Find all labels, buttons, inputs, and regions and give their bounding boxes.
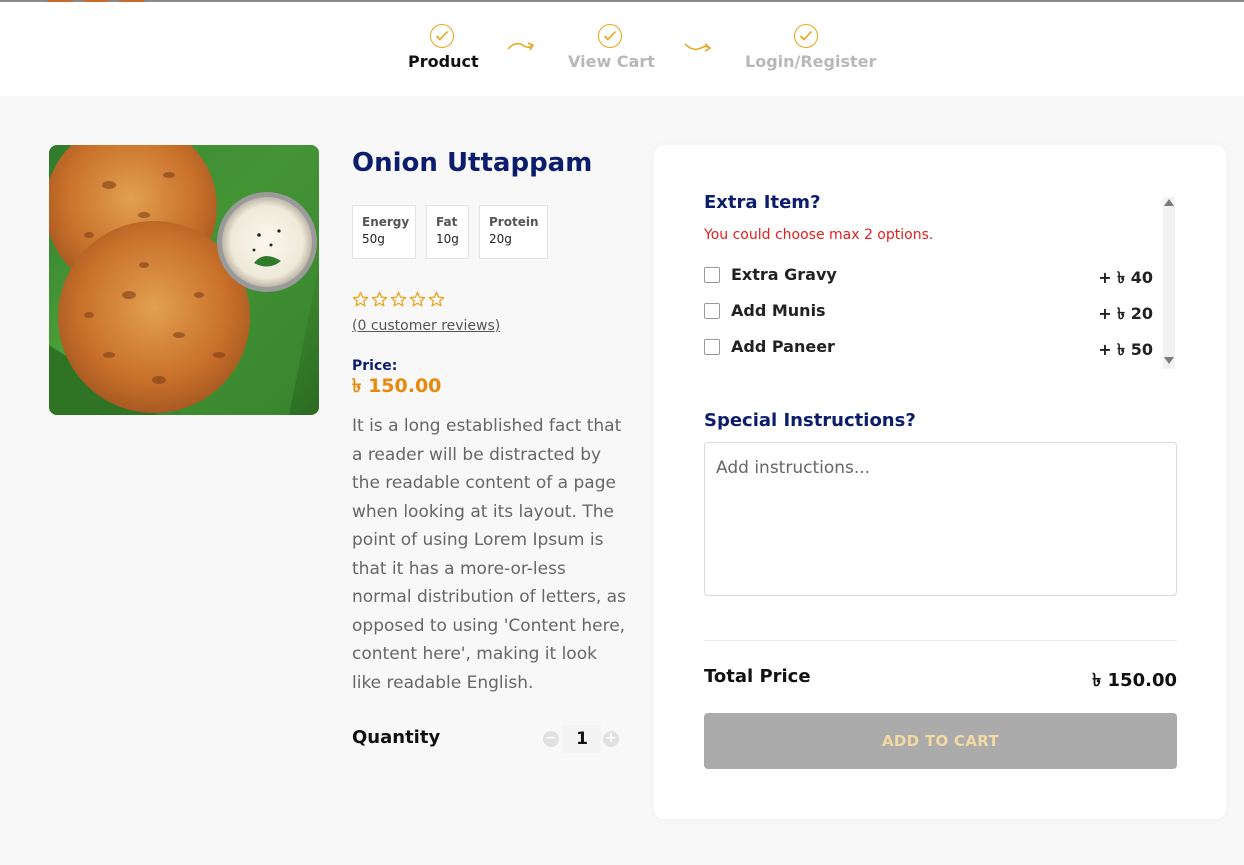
star-outline-icon	[371, 291, 388, 307]
nutrition-name: Protein	[489, 215, 539, 229]
nutrition-energy: Energy 50g	[352, 205, 416, 259]
quantity-increase-button[interactable]: +	[603, 731, 619, 747]
nutrition-name: Fat	[436, 215, 458, 229]
options-scrollbar[interactable]	[1163, 197, 1175, 369]
option-price: + ৳ 20	[1098, 304, 1153, 323]
extra-items-limit-note: You could choose max 2 options.	[704, 227, 934, 243]
divider	[704, 640, 1177, 641]
total-price-label: Total Price	[704, 666, 811, 687]
nutrition-fat: Fat 10g	[426, 205, 469, 259]
option-checkbox[interactable]	[704, 267, 720, 283]
step-product-label: Product	[408, 52, 479, 71]
quantity-label: Quantity	[352, 727, 441, 748]
quantity-value[interactable]: 1	[563, 725, 601, 753]
option-name: Add Paneer	[731, 337, 835, 356]
option-price: + ৳ 40	[1098, 268, 1153, 287]
step-product[interactable]: Product	[408, 24, 479, 71]
extra-option[interactable]: Add Paneer + ৳ 50	[704, 337, 1156, 359]
check-circle-icon	[430, 24, 454, 48]
rating-stars	[352, 291, 445, 308]
product-image	[49, 145, 319, 415]
step-view-cart[interactable]: View Cart	[568, 24, 655, 71]
option-name: Extra Gravy	[731, 265, 837, 284]
product-price: ৳ 150.00	[352, 375, 442, 397]
curved-arrow-icon	[684, 43, 712, 52]
extra-option[interactable]: Extra Gravy + ৳ 40	[704, 265, 1156, 287]
nutrition-value: 10g	[436, 232, 459, 246]
product-title: Onion Uttappam	[352, 148, 593, 178]
customer-reviews-link[interactable]: (0 customer reviews)	[352, 318, 500, 334]
curved-arrow-icon	[507, 42, 535, 51]
star-outline-icon	[428, 291, 445, 307]
scroll-down-arrow-icon[interactable]	[1164, 357, 1174, 364]
total-price-value: ৳ 150.00	[1092, 670, 1177, 691]
option-price: + ৳ 50	[1098, 340, 1153, 359]
add-to-cart-button[interactable]: ADD TO CART	[704, 713, 1177, 769]
option-name: Add Munis	[731, 301, 826, 320]
step-login-register[interactable]: Login/Register	[745, 24, 877, 71]
nutrition-value: 20g	[489, 232, 512, 246]
scroll-up-arrow-icon[interactable]	[1164, 199, 1174, 206]
quantity-decrease-button[interactable]: −	[543, 731, 559, 747]
step-login-register-label: Login/Register	[745, 52, 877, 71]
nutrition-value: 50g	[362, 232, 385, 246]
nutrition-protein: Protein 20g	[479, 205, 548, 259]
option-checkbox[interactable]	[704, 339, 720, 355]
special-instructions-input[interactable]	[704, 442, 1177, 596]
star-outline-icon	[409, 291, 426, 307]
check-circle-icon	[598, 24, 622, 48]
nutrition-name: Energy	[362, 215, 410, 229]
extra-option[interactable]: Add Munis + ৳ 20	[704, 301, 1156, 323]
check-circle-icon	[794, 24, 818, 48]
star-outline-icon	[390, 291, 407, 307]
step-view-cart-label: View Cart	[568, 52, 655, 71]
nutrition-facts: Energy 50g Fat 10g Protein 20g	[352, 205, 548, 259]
special-instructions-title: Special Instructions?	[704, 410, 916, 431]
option-checkbox[interactable]	[704, 303, 720, 319]
checkout-stepper: Product View Cart Login/Register	[0, 2, 1244, 96]
extra-items-title: Extra Item?	[704, 192, 821, 213]
star-outline-icon	[352, 291, 369, 307]
product-description: It is a long established fact that a rea…	[352, 416, 626, 693]
